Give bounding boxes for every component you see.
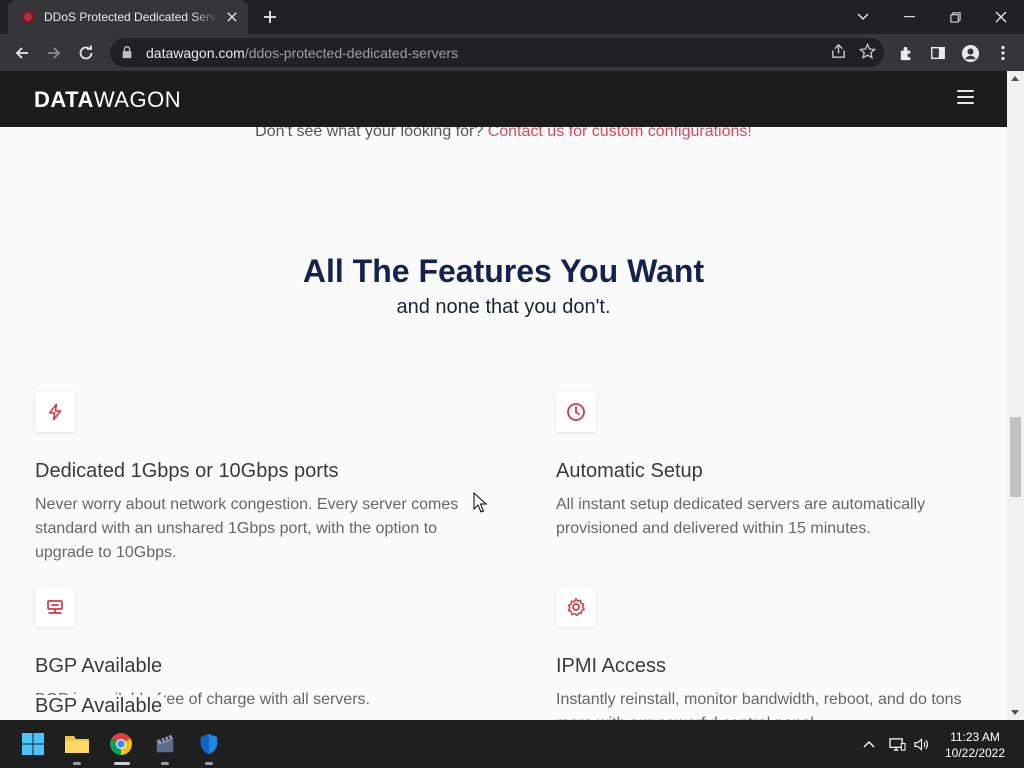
- overlay-bgp-label: BGP Available: [35, 695, 165, 718]
- logo-light: WAGON: [93, 87, 182, 112]
- lightning-bolt-icon: [35, 392, 75, 432]
- feature-card: Automatic Setup All instant setup dedica…: [556, 392, 986, 541]
- close-window-button[interactable]: [978, 0, 1024, 34]
- minimize-icon: [903, 16, 915, 18]
- features-subheading: and none that you don't.: [396, 296, 611, 318]
- volume-icon[interactable]: [910, 737, 932, 752]
- profile-button[interactable]: [957, 40, 983, 66]
- minimize-button[interactable]: [886, 0, 932, 34]
- feature-description: Never worry about network congestion. Ev…: [35, 496, 459, 561]
- feature-title: BGP Available: [35, 655, 163, 677]
- network-icon: [35, 587, 75, 627]
- feature-title: Dedicated 1Gbps or 10Gbps ports: [35, 460, 339, 482]
- file-explorer-button[interactable]: [61, 728, 93, 760]
- arrow-right-icon: [48, 47, 61, 59]
- url-path: /ddos-protected-dedicated-servers: [244, 44, 459, 61]
- mouse-cursor-icon: [473, 492, 487, 513]
- reload-icon: [79, 45, 93, 60]
- tab-close-icon[interactable]: [224, 9, 240, 25]
- kebab-menu-icon: [1001, 45, 1005, 61]
- feature-description: Instantly reinstall, monitor bandwidth, …: [556, 691, 962, 720]
- page-viewport: DATAWAGON Don't see what your looking fo…: [0, 71, 1007, 720]
- scroll-up-arrow-icon[interactable]: [1011, 76, 1019, 81]
- feature-description: All instant setup dedicated servers are …: [556, 496, 926, 537]
- clapperboard-icon: [156, 734, 174, 753]
- start-button[interactable]: [17, 728, 49, 760]
- active-indicator: [114, 762, 130, 765]
- taskbar-clock[interactable]: 11:23 AM 10/22/2022: [935, 729, 1015, 761]
- network-status-icon[interactable]: [884, 737, 910, 752]
- folder-icon: [65, 736, 89, 753]
- feature-title: IPMI Access: [556, 655, 667, 677]
- shield-icon: [200, 733, 218, 755]
- feature-title: Automatic Setup: [556, 460, 703, 482]
- close-icon: [995, 11, 1007, 23]
- puzzle-icon: [900, 46, 910, 60]
- chrome-logo-icon: [110, 733, 132, 755]
- url-text: datawagon.com/ddos-protected-dedicated-s…: [146, 45, 458, 61]
- hamburger-menu-icon[interactable]: [957, 90, 974, 104]
- menu-button[interactable]: [990, 40, 1016, 66]
- tab-search-button[interactable]: [840, 0, 886, 34]
- back-button[interactable]: [9, 40, 35, 66]
- site-favicon-icon: [21, 10, 35, 24]
- address-bar[interactable]: datawagon.com/ddos-protected-dedicated-s…: [110, 38, 884, 67]
- arrow-left-icon: [15, 47, 28, 59]
- reload-button[interactable]: [73, 40, 99, 66]
- clock-date: 10/22/2022: [944, 746, 1006, 760]
- windows-logo-icon: [22, 733, 44, 755]
- page-scrollbar[interactable]: [1007, 71, 1024, 720]
- tab-strip: DDoS Protected Dedicated Servers: [0, 0, 1024, 34]
- new-tab-button[interactable]: [258, 5, 282, 29]
- media-app-button[interactable]: [149, 728, 181, 760]
- tab-title: DDoS Protected Dedicated Servers: [44, 10, 218, 24]
- site-logo[interactable]: DATAWAGON: [34, 87, 181, 113]
- url-domain: datawagon.com: [146, 44, 245, 61]
- running-indicator: [205, 762, 213, 765]
- site-navbar: DATAWAGON: [0, 71, 1007, 127]
- features-heading: All The Features You Want: [302, 253, 705, 289]
- chevron-up-icon[interactable]: [860, 740, 878, 748]
- side-panel-icon: [931, 46, 945, 60]
- feature-card: Dedicated 1Gbps or 10Gbps ports Never wo…: [35, 392, 465, 565]
- logo-bold: DATA: [34, 87, 94, 112]
- forward-button[interactable]: [41, 40, 67, 66]
- lock-icon: [120, 45, 136, 61]
- plus-icon: [264, 11, 276, 23]
- browser-tab[interactable]: DDoS Protected Dedicated Servers: [8, 0, 248, 34]
- scroll-down-arrow-icon[interactable]: [1011, 710, 1019, 715]
- clock-time: 11:23 AM: [950, 730, 1000, 744]
- system-tray: [860, 720, 932, 768]
- chevron-down-icon: [857, 13, 869, 20]
- browser-toolbar: datawagon.com/ddos-protected-dedicated-s…: [0, 34, 1024, 71]
- share-icon[interactable]: [830, 43, 847, 65]
- restore-icon: [949, 11, 961, 23]
- side-panel-button[interactable]: [925, 40, 951, 66]
- gear-icon: [556, 587, 596, 627]
- security-app-button[interactable]: [193, 728, 225, 760]
- extensions-button[interactable]: [893, 40, 919, 66]
- restore-button[interactable]: [932, 0, 978, 34]
- running-indicator: [73, 762, 81, 765]
- scrollbar-thumb[interactable]: [1010, 417, 1021, 497]
- chrome-button[interactable]: [105, 728, 137, 760]
- bookmark-star-icon[interactable]: [858, 42, 877, 65]
- running-indicator: [161, 762, 169, 765]
- profile-icon: [961, 44, 979, 62]
- clock-icon: [556, 392, 596, 432]
- feature-card: BGP Available BGP is available free of c…: [35, 587, 465, 712]
- feature-card: IPMI Access Instantly reinstall, monitor…: [556, 587, 986, 720]
- windows-taskbar: 11:23 AM 10/22/2022: [0, 720, 1024, 768]
